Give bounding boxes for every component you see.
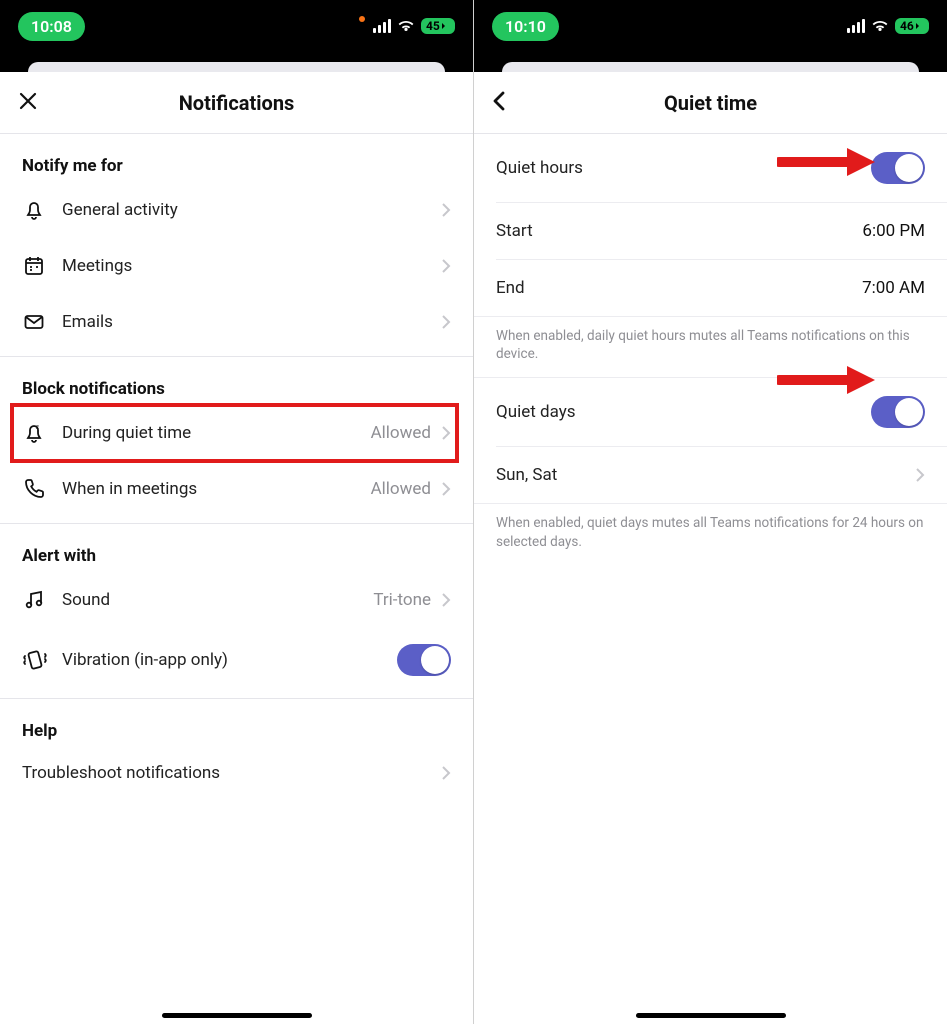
- row-label: Troubleshoot notifications: [22, 763, 441, 783]
- calendar-icon: [22, 254, 62, 278]
- row-label: Emails: [62, 312, 441, 332]
- row-quiet-days[interactable]: Quiet days: [474, 378, 947, 446]
- row-label: Sun, Sat: [496, 465, 557, 485]
- battery-level: 45: [426, 19, 440, 33]
- row-during-quiet-time[interactable]: z During quiet time Allowed: [0, 405, 473, 461]
- row-emails[interactable]: Emails: [0, 294, 473, 350]
- row-label: Quiet hours: [496, 158, 583, 178]
- cellular-signal-icon: [373, 19, 391, 33]
- close-icon[interactable]: [16, 89, 40, 117]
- row-quiet-days-selected[interactable]: Sun, Sat: [474, 447, 947, 503]
- row-label: Meetings: [62, 256, 441, 276]
- vibration-icon: [22, 648, 62, 672]
- notifications-content: Notify me for General activity Meetings …: [0, 134, 473, 1024]
- status-icons: 45: [359, 18, 455, 34]
- row-label: During quiet time: [62, 423, 371, 443]
- wifi-icon: [397, 19, 415, 33]
- home-indicator: [636, 1013, 786, 1018]
- page-title: Quiet time: [664, 91, 757, 115]
- phone-right: 10:10 46 Quiet time Quiet hours Start 6:…: [474, 0, 947, 1024]
- phone-left: 10:08 45 Notifications Notify me for Gen…: [0, 0, 473, 1024]
- chevron-right-icon: [441, 258, 451, 274]
- row-quiet-hours-start[interactable]: Start 6:00 PM: [474, 203, 947, 259]
- status-time-pill: 10:10: [492, 12, 559, 41]
- page-title: Notifications: [179, 91, 295, 115]
- back-icon[interactable]: [490, 89, 508, 117]
- music-note-icon: [22, 588, 62, 612]
- section-header-block: Block notifications: [0, 357, 473, 405]
- quiet-days-toggle[interactable]: [871, 396, 925, 428]
- sheet-stack-indicator: [474, 52, 947, 72]
- vibration-toggle[interactable]: [397, 644, 451, 676]
- chevron-right-icon: [441, 314, 451, 330]
- wifi-icon: [871, 19, 889, 33]
- quiet-hours-toggle[interactable]: [871, 152, 925, 184]
- row-sound[interactable]: Sound Tri-tone: [0, 572, 473, 628]
- row-value: 7:00 AM: [862, 278, 925, 298]
- status-bar: 10:10 46: [474, 0, 947, 52]
- row-value: Allowed: [371, 479, 431, 499]
- quiet-time-content: Quiet hours Start 6:00 PM End 7:00 AM Wh…: [474, 134, 947, 1024]
- row-label: Vibration (in-app only): [62, 650, 397, 670]
- svg-text:z: z: [36, 424, 39, 431]
- battery-indicator: 46: [895, 18, 929, 34]
- chevron-right-icon: [441, 765, 451, 781]
- chevron-right-icon: [915, 467, 925, 483]
- quiet-days-footnote: When enabled, quiet days mutes all Teams…: [474, 504, 947, 564]
- status-bar: 10:08 45: [0, 0, 473, 52]
- quiet-time-icon: z: [22, 421, 62, 445]
- row-label: Quiet days: [496, 402, 576, 422]
- row-label: General activity: [62, 200, 441, 220]
- recording-indicator-dot: [359, 16, 365, 22]
- section-header-notify: Notify me for: [0, 134, 473, 182]
- row-value: Tri-tone: [373, 590, 431, 610]
- row-quiet-hours-end[interactable]: End 7:00 AM: [474, 260, 947, 316]
- chevron-right-icon: [441, 202, 451, 218]
- home-indicator: [162, 1013, 312, 1018]
- bell-icon: [22, 198, 62, 222]
- cellular-signal-icon: [847, 19, 865, 33]
- page-header: Notifications: [0, 72, 473, 134]
- quiet-hours-footnote: When enabled, daily quiet hours mutes al…: [474, 317, 947, 377]
- chevron-right-icon: [441, 592, 451, 608]
- battery-level: 46: [900, 19, 914, 33]
- row-label: End: [496, 278, 525, 298]
- status-icons: 46: [847, 18, 929, 34]
- row-meetings[interactable]: Meetings: [0, 238, 473, 294]
- page-header: Quiet time: [474, 72, 947, 134]
- row-when-in-meetings[interactable]: When in meetings Allowed: [0, 461, 473, 517]
- row-label: Start: [496, 221, 533, 241]
- status-time-pill: 10:08: [18, 12, 85, 41]
- mail-icon: [22, 310, 62, 334]
- phone-icon: [22, 477, 62, 501]
- chevron-right-icon: [441, 425, 451, 441]
- chevron-right-icon: [441, 481, 451, 497]
- row-label: Sound: [62, 590, 373, 610]
- row-general-activity[interactable]: General activity: [0, 182, 473, 238]
- section-header-help: Help: [0, 699, 473, 747]
- row-label: When in meetings: [62, 479, 371, 499]
- row-quiet-hours[interactable]: Quiet hours: [474, 134, 947, 202]
- row-troubleshoot[interactable]: Troubleshoot notifications: [0, 747, 473, 799]
- row-vibration[interactable]: Vibration (in-app only): [0, 628, 473, 692]
- section-header-alert: Alert with: [0, 524, 473, 572]
- sheet-stack-indicator: [0, 52, 473, 72]
- battery-indicator: 45: [421, 18, 455, 34]
- row-value: 6:00 PM: [862, 221, 925, 241]
- row-value: Allowed: [371, 423, 431, 443]
